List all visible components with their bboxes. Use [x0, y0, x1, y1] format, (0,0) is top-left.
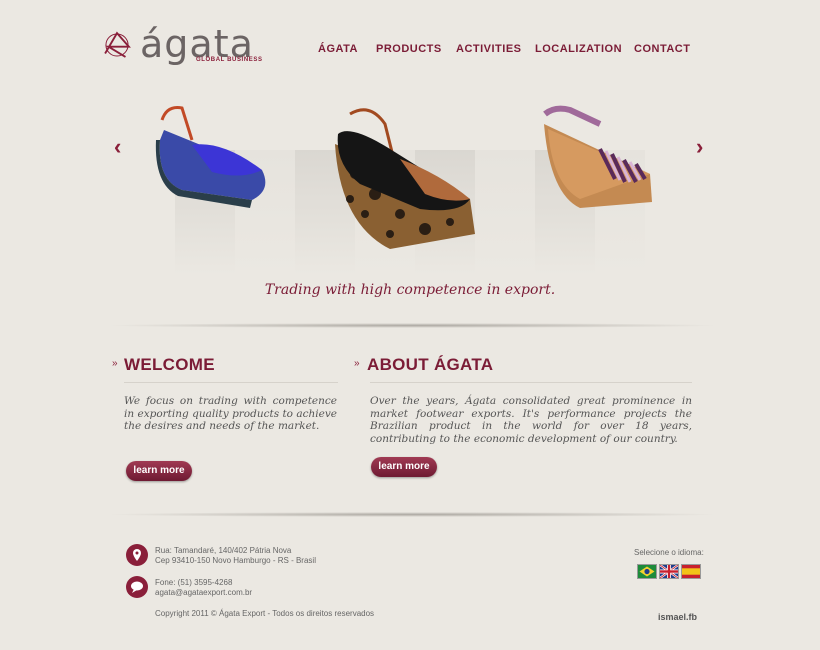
agata-logo-icon	[104, 31, 131, 58]
slider-next-icon[interactable]: ›	[696, 134, 703, 160]
welcome-bullet-icon: »	[112, 358, 118, 369]
divider-top	[105, 323, 720, 328]
slider-tagline: Trading with high competence in export.	[264, 282, 556, 298]
about-bullet-icon: »	[354, 358, 360, 369]
welcome-rule	[124, 382, 338, 383]
footer-copyright: Copyright 2011 © Ágata Export - Todos os…	[155, 609, 375, 618]
footer-contact: Fone: (51) 3595-4268 agata@agataexport.c…	[155, 578, 252, 597]
nav-products[interactable]: PRODUCTS	[376, 43, 442, 55]
about-learn-more-button[interactable]: learn more	[371, 457, 437, 477]
about-rule	[370, 382, 692, 383]
footer-email[interactable]: agata@agataexport.com.br	[155, 588, 252, 598]
about-text: Over the years, Ágata consolidated great…	[370, 395, 692, 445]
welcome-learn-more-button[interactable]: learn more	[126, 461, 192, 481]
footer-address: Rua: Tamandaré, 140/402 Pátria Nova Cep …	[155, 546, 316, 565]
flag-brazil-icon[interactable]	[637, 564, 657, 579]
welcome-title: WELCOME	[124, 355, 215, 374]
logo-subtitle: GLOBAL BUSINESS	[196, 57, 263, 63]
divider-bottom	[105, 512, 720, 517]
footer-address-line1: Rua: Tamandaré, 140/402 Pátria Nova	[155, 546, 292, 555]
flag-spain-icon[interactable]	[681, 564, 701, 579]
nav-agata[interactable]: ÁGATA	[318, 43, 358, 55]
welcome-text: We focus on trading with competence in e…	[124, 395, 337, 432]
product-image-striped-wedge[interactable]	[540, 104, 660, 214]
flag-uk-icon[interactable]	[659, 564, 679, 579]
about-title: ABOUT ÁGATA	[367, 355, 494, 374]
slider-prev-icon[interactable]: ‹	[114, 134, 121, 160]
product-image-blue-wedge[interactable]	[152, 100, 282, 210]
nav-contact[interactable]: CONTACT	[634, 43, 690, 55]
language-label: Selecione o idioma:	[634, 548, 704, 557]
footer-credit[interactable]: ismael.fb	[658, 612, 697, 623]
product-image-leopard-wedge[interactable]	[330, 104, 490, 254]
nav-activities[interactable]: ACTIVITIES	[456, 43, 522, 55]
footer-address-line2: Cep 93410-150 Novo Hamburgo - RS - Brasi…	[155, 555, 316, 565]
location-pin-icon	[126, 544, 148, 566]
speech-bubble-icon	[126, 576, 148, 598]
footer-phone: Fone: (51) 3595-4268	[155, 578, 233, 587]
nav-localization[interactable]: LOCALIZATION	[535, 43, 622, 55]
